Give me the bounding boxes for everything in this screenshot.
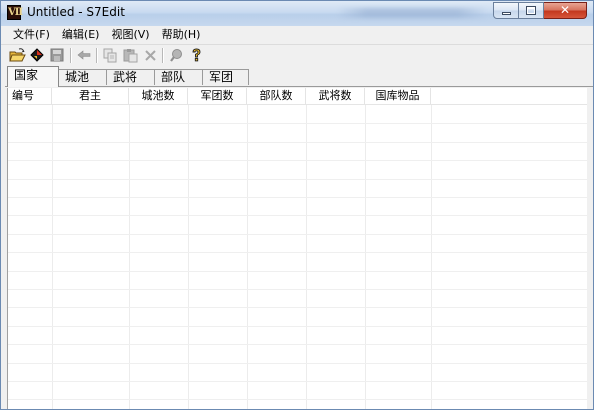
open-button[interactable] [9,47,26,64]
toolbar-separator [162,48,164,63]
close-icon: ✕ [559,3,571,17]
menu-file[interactable]: 文件(F) [7,26,56,44]
list-header: 编号 君主 城池数 军团数 部队数 武将数 国库物品 [8,88,587,105]
paste-icon [123,49,138,63]
save-button[interactable] [49,47,66,64]
tab-troops[interactable]: 部队 [154,69,203,85]
menu-view[interactable]: 视图(V) [105,26,155,44]
toolbar [1,44,593,66]
back-button[interactable] [76,47,93,64]
maximize-icon [526,6,536,15]
tab-corps[interactable]: 军团 [202,69,249,85]
tab-baseline [5,86,593,87]
grid-row-line [8,252,587,253]
save-icon [50,48,64,62]
diamond-tool-icon [30,48,44,62]
tab-strip: 国家 城池 武将 部队 军团 [1,66,593,87]
menu-help[interactable]: 帮助(H) [156,26,207,44]
toolbar-separator [96,48,98,63]
column-header-ruler[interactable]: 君主 [52,88,129,104]
tab-country[interactable]: 国家 [7,66,59,87]
grid-row-line [8,289,587,290]
find-button[interactable] [168,47,185,64]
minimize-icon [502,12,511,15]
column-header-generals[interactable]: 武将数 [306,88,365,104]
back-arrow-icon [77,50,91,60]
grid-row-line [8,271,587,272]
grid-row-line [8,307,587,308]
column-header-corps[interactable]: 军团数 [188,88,247,104]
grid-row-line [8,179,587,180]
copy-icon [103,48,117,63]
help-icon [192,48,201,62]
caption-buttons: ✕ [493,2,587,19]
blurred-title-region [337,8,487,18]
menu-bar: 文件(F) 编辑(E) 视图(V) 帮助(H) [1,26,593,44]
country-list[interactable]: 编号 君主 城池数 军团数 部队数 武将数 国库物品 [7,88,587,409]
delete-button[interactable] [142,47,159,64]
tool-button[interactable] [29,47,46,64]
open-folder-icon [9,48,26,62]
app-window: VII Untitled - S7Edit ✕ 文件(F) 编辑(E) 视图(V… [0,0,594,410]
window-title: Untitled - S7Edit [27,5,125,19]
grid-row-line [8,234,587,235]
toolbar-separator [70,48,72,63]
grid-row-line [8,197,587,198]
grid-row-line [8,399,587,400]
grid-row-line [8,363,587,364]
grid-row-line [8,123,587,124]
column-header-treasury[interactable]: 国库物品 [365,88,431,104]
grid-row-line [8,381,587,382]
grid-row-line [8,160,587,161]
maximize-button[interactable] [519,2,544,19]
grid-row-line [8,326,587,327]
column-header-troops[interactable]: 部队数 [247,88,306,104]
grid-row-line [8,215,587,216]
search-icon [170,49,182,62]
grid-row-line [8,142,587,143]
grid-row-line [8,344,587,345]
minimize-button[interactable] [493,2,519,19]
menu-edit[interactable]: 编辑(E) [56,26,106,44]
help-button[interactable] [188,47,205,64]
copy-button[interactable] [102,47,119,64]
column-header-cities[interactable]: 城池数 [129,88,188,104]
close-button[interactable]: ✕ [544,2,587,19]
column-header-id[interactable]: 编号 [8,88,52,104]
app-logo-icon[interactable]: VII [7,5,23,20]
tab-generals[interactable]: 武将 [106,69,155,85]
delete-icon [145,50,156,61]
paste-button[interactable] [122,47,139,64]
tab-cities[interactable]: 城池 [58,69,107,85]
title-bar[interactable]: VII Untitled - S7Edit ✕ [1,1,593,26]
